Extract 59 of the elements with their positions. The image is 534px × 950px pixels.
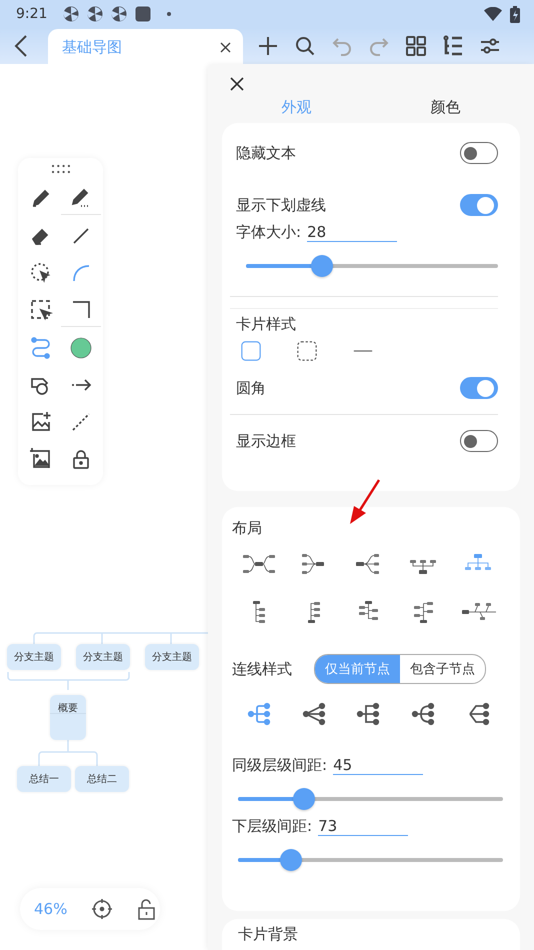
dot-icon — [167, 12, 172, 16]
annotation-arrow — [348, 478, 382, 526]
tab-title: 基础导图 — [62, 38, 122, 56]
line-style-icon[interactable] — [302, 702, 326, 726]
toggle-switch[interactable] — [460, 142, 498, 164]
wifi-icon — [484, 7, 502, 21]
setting-label: 连线样式 — [232, 660, 292, 678]
clock: 9:21 — [16, 6, 48, 22]
branch-topic[interactable]: 分支主题 — [76, 644, 130, 670]
toggle-switch[interactable] — [460, 430, 498, 452]
back-icon[interactable] — [14, 34, 28, 58]
unlock-icon[interactable] — [137, 898, 158, 920]
battery-icon — [510, 6, 520, 22]
toggle-switch[interactable] — [460, 377, 498, 399]
section-title: 布局 — [232, 519, 263, 538]
grid-icon[interactable] — [404, 34, 428, 58]
setting-label: 显示边框 — [236, 432, 296, 450]
branch-topic[interactable]: 分支主题 — [7, 644, 61, 670]
locate-icon[interactable] — [91, 898, 114, 920]
setting-label: 同级层级间距: — [232, 756, 328, 775]
font-size-field[interactable]: 28 — [307, 223, 398, 242]
setting-label: 隐藏文本 — [236, 144, 296, 162]
square-icon — [135, 6, 152, 22]
lasso-icon[interactable] — [28, 261, 52, 285]
color-swatch[interactable] — [70, 337, 92, 359]
close-icon[interactable] — [220, 42, 231, 52]
slider-thumb[interactable] — [280, 849, 302, 871]
card-style-icon[interactable] — [296, 340, 318, 362]
selection-icon[interactable] — [28, 298, 52, 322]
spacing-field[interactable]: 73 — [318, 817, 408, 836]
branch-topic[interactable]: 分支主题 — [145, 644, 199, 670]
aperture-icon — [63, 6, 80, 22]
search-icon[interactable] — [293, 34, 317, 58]
line-style-icon[interactable] — [411, 702, 436, 726]
spacing-field[interactable]: 45 — [333, 756, 424, 775]
setting-label: 圆角 — [236, 378, 266, 398]
panel-tab[interactable]: 颜色 — [371, 98, 520, 116]
slider-thumb[interactable] — [310, 255, 333, 277]
outline-icon[interactable] — [441, 34, 465, 58]
slider-thumb[interactable] — [293, 788, 316, 810]
conclusion-node[interactable]: 总结一 — [17, 766, 71, 792]
section-title: 卡片背景 — [238, 925, 299, 944]
connector-icon[interactable] — [28, 336, 52, 360]
add-icon[interactable] — [256, 34, 280, 58]
conclusion-connector — [38, 739, 98, 767]
image-crop-icon[interactable] — [28, 447, 52, 471]
aperture-icon — [87, 6, 104, 22]
summary-node[interactable]: 概要 — [50, 695, 86, 740]
setting-label: 字体大小: — [236, 223, 302, 242]
setting-label: 显示下划虚线 — [236, 196, 326, 214]
setting-label: 卡片样式 — [235, 315, 297, 334]
line-style-icon[interactable] — [356, 702, 380, 726]
segment-option[interactable]: 包含子节点 — [400, 655, 485, 683]
close-icon[interactable] — [230, 77, 244, 91]
drag-handle-icon[interactable] — [50, 164, 70, 174]
conclusion-node[interactable]: 总结二 — [75, 766, 129, 792]
setting-label: 下层级间距: — [232, 817, 312, 836]
toggle-switch[interactable] — [460, 194, 498, 216]
aperture-icon — [111, 6, 128, 22]
